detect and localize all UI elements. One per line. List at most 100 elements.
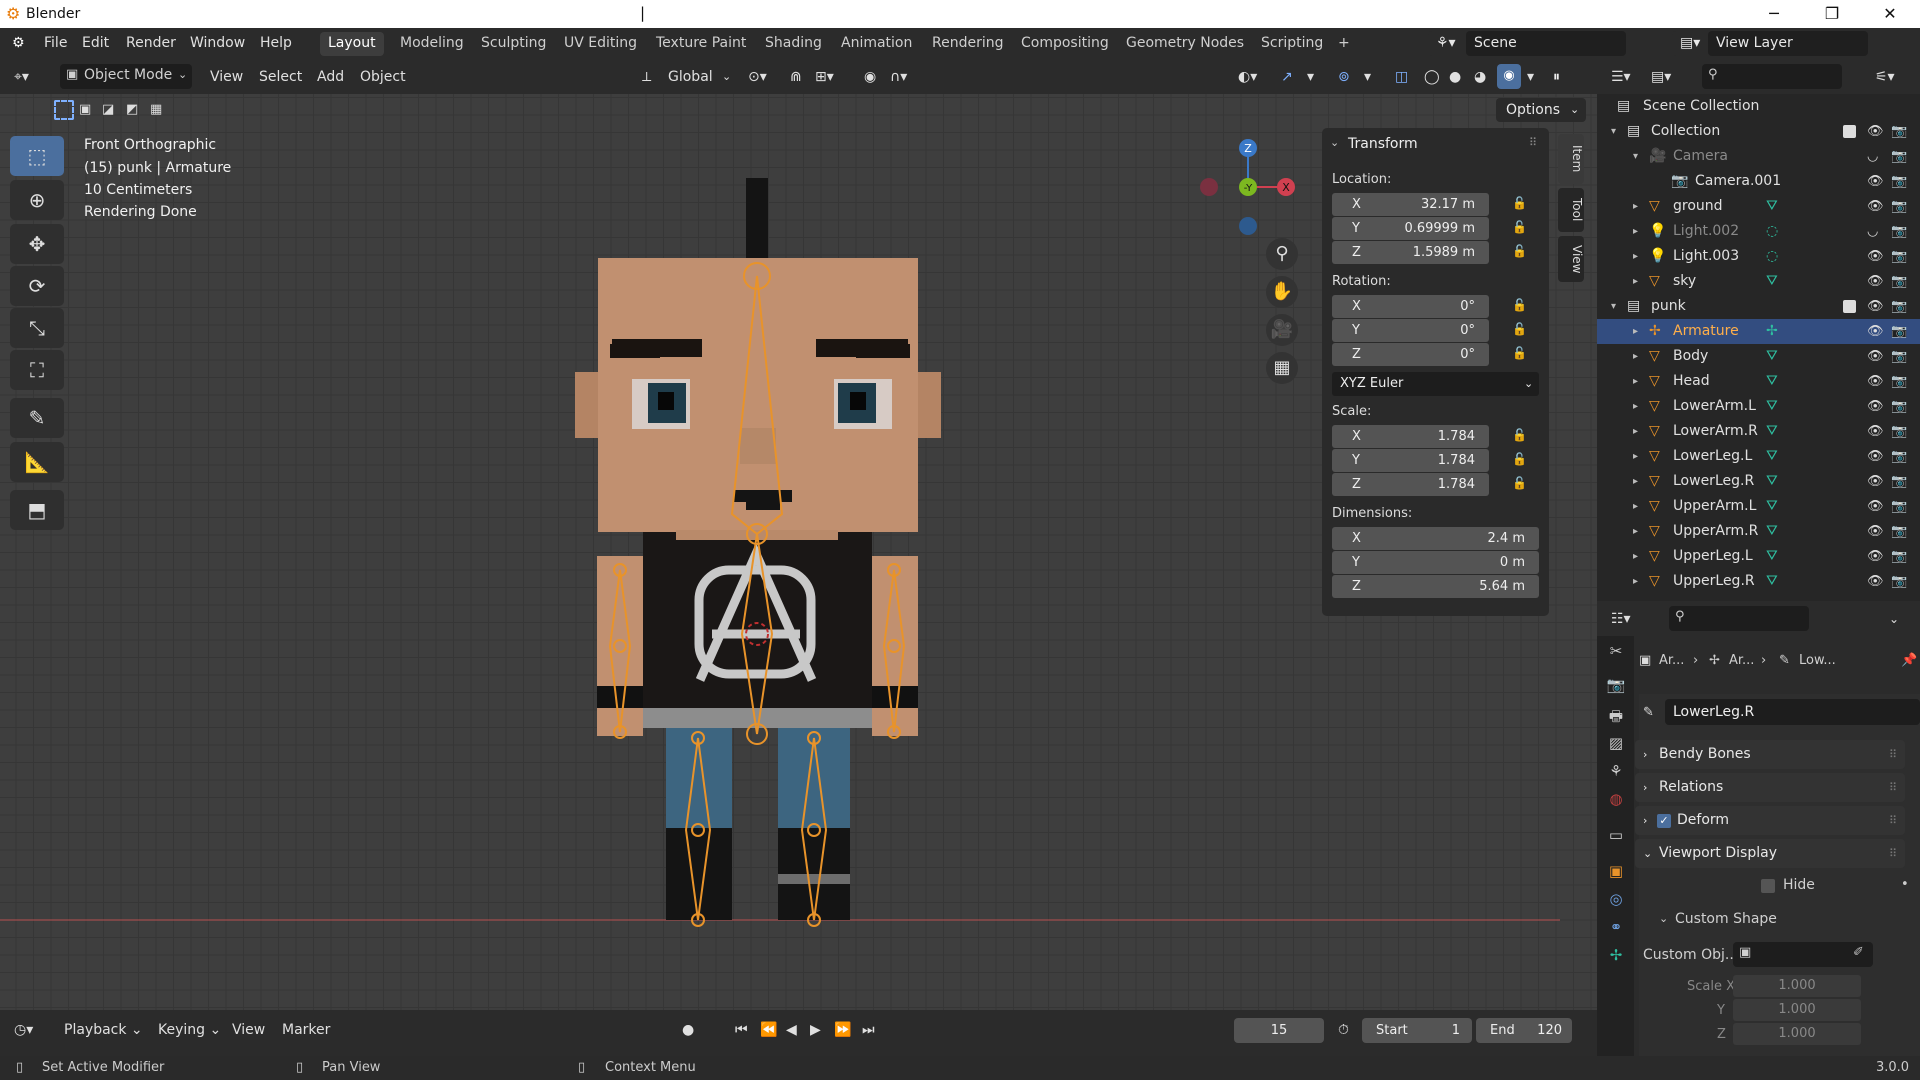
render-camera-icon[interactable]: 📷 bbox=[1891, 469, 1907, 494]
collapse-arrow-icon[interactable]: ▸ bbox=[1633, 519, 1638, 544]
eye-icon[interactable]: 👁 bbox=[1867, 169, 1884, 194]
maximize-button[interactable]: ❐ bbox=[1803, 0, 1861, 28]
scene-name-field[interactable]: Scene bbox=[1466, 31, 1626, 56]
eye-icon[interactable]: 👁 bbox=[1867, 269, 1884, 294]
outliner-row-camera[interactable]: ▾ 🎥 Camera ◡ 📷 bbox=[1597, 144, 1920, 169]
snap-icon[interactable]: ⋒ bbox=[790, 65, 802, 89]
collection-tab-icon[interactable]: ▭ bbox=[1605, 826, 1627, 848]
eye-icon[interactable]: 👁 bbox=[1867, 369, 1884, 394]
physics-tab-icon[interactable]: ◎ bbox=[1605, 890, 1627, 912]
camera-view-icon[interactable]: 🎥 bbox=[1266, 314, 1298, 346]
current-frame-field[interactable]: 15 bbox=[1234, 1018, 1324, 1043]
eye-closed-icon[interactable]: ◡ bbox=[1867, 219, 1878, 244]
xray-toggle-icon[interactable]: ◫ bbox=[1395, 65, 1408, 89]
eye-icon[interactable]: 👁 bbox=[1867, 394, 1884, 419]
jump-start-icon[interactable]: ⏮ bbox=[735, 1018, 748, 1042]
eyedropper-icon[interactable]: ✐ bbox=[1853, 945, 1864, 960]
tab-shading[interactable]: Shading bbox=[757, 32, 830, 56]
material-shading-icon[interactable]: ◕ bbox=[1474, 65, 1486, 89]
render-tab-icon[interactable]: 📷 bbox=[1605, 676, 1627, 698]
keyframe-dot-icon[interactable]: • bbox=[1901, 877, 1909, 892]
mesh-data-icon[interactable]: ⛛ bbox=[1766, 419, 1778, 444]
mesh-data-icon[interactable]: ⛛ bbox=[1766, 344, 1778, 369]
render-camera-icon[interactable]: 📷 bbox=[1891, 394, 1907, 419]
timeline-view-menu[interactable]: View bbox=[232, 1018, 265, 1042]
tab-texture-paint[interactable]: Texture Paint bbox=[648, 32, 754, 56]
properties-editor-type-icon[interactable]: ☷▾ bbox=[1611, 607, 1631, 631]
custom-scale-x-field[interactable]: 1.000 bbox=[1733, 975, 1861, 997]
armature-data-icon[interactable]: ✢ bbox=[1766, 319, 1778, 344]
collapse-arrow-icon[interactable]: ▸ bbox=[1633, 469, 1638, 494]
render-camera-icon[interactable]: 📷 bbox=[1891, 369, 1907, 394]
mesh-data-icon[interactable]: ⛛ bbox=[1766, 269, 1778, 294]
outliner-row-upperleg-l[interactable]: ▸ ▽ UpperLeg.L ⛛ 👁 📷 bbox=[1597, 544, 1920, 569]
expand-arrow-icon[interactable]: ▾ bbox=[1611, 119, 1616, 144]
tab-modeling[interactable]: Modeling bbox=[392, 32, 472, 56]
jump-end-icon[interactable]: ⏭ bbox=[862, 1018, 875, 1042]
collapse-arrow-icon[interactable]: ▸ bbox=[1633, 319, 1638, 344]
pin-icon[interactable]: 📌 bbox=[1901, 653, 1917, 668]
stopwatch-icon[interactable]: ⏱ bbox=[1338, 1018, 1349, 1042]
render-camera-icon[interactable]: 📷 bbox=[1891, 494, 1907, 519]
collapse-arrow-icon[interactable]: ▸ bbox=[1633, 544, 1638, 569]
tab-view[interactable]: View bbox=[1558, 236, 1584, 282]
outliner-row-lowerarm-r[interactable]: ▸ ▽ LowerArm.R ⛛ 👁 📷 bbox=[1597, 419, 1920, 444]
exclude-checkbox[interactable] bbox=[1843, 300, 1856, 313]
location-x-field[interactable]: X 32.17 m bbox=[1332, 193, 1489, 216]
rotation-mode-dropdown[interactable]: XYZ Euler ⌄ bbox=[1332, 372, 1539, 396]
render-camera-icon[interactable]: 📷 bbox=[1891, 194, 1907, 219]
drag-grip-icon[interactable]: ⠿ bbox=[1529, 136, 1537, 149]
tab-compositing[interactable]: Compositing bbox=[1013, 32, 1117, 56]
scale-z-field[interactable]: Z 1.784 bbox=[1332, 473, 1489, 496]
scene-collection-row[interactable]: ▤ Scene Collection bbox=[1597, 94, 1920, 119]
outliner-row-upperarm-l[interactable]: ▸ ▽ UpperArm.L ⛛ 👁 📷 bbox=[1597, 494, 1920, 519]
tab-sculpting[interactable]: Sculpting bbox=[473, 32, 554, 56]
overlays-toggle-icon[interactable]: ⊚ bbox=[1338, 65, 1350, 89]
collapse-arrow-icon[interactable]: ▸ bbox=[1633, 244, 1638, 269]
outliner-row-light-003[interactable]: ▸ 💡 Light.003 ◌ 👁 📷 bbox=[1597, 244, 1920, 269]
collapse-arrow-icon[interactable]: ▸ bbox=[1633, 494, 1638, 519]
chevron-down-icon[interactable]: ⌄ bbox=[1659, 912, 1668, 925]
outliner-row-light-002[interactable]: ▸ 💡 Light.002 ◌ ◡ 📷 bbox=[1597, 219, 1920, 244]
object-tab-icon[interactable]: ▣ bbox=[1605, 862, 1627, 884]
add-menu[interactable]: Add bbox=[317, 65, 344, 89]
custom-scale-y-field[interactable]: 1.000 bbox=[1733, 999, 1861, 1021]
tab-layout[interactable]: Layout bbox=[320, 32, 384, 56]
proportional-edit-icon[interactable]: ◉ bbox=[864, 65, 876, 89]
render-camera-icon[interactable]: 📷 bbox=[1891, 519, 1907, 544]
collapse-arrow-icon[interactable]: ▸ bbox=[1633, 394, 1638, 419]
outliner-row-lowerarm-l[interactable]: ▸ ▽ LowerArm.L ⛛ 👁 📷 bbox=[1597, 394, 1920, 419]
mesh-data-icon[interactable]: ⛛ bbox=[1766, 469, 1778, 494]
rotation-x-field[interactable]: X 0° bbox=[1332, 295, 1489, 318]
tab-scripting[interactable]: Scripting bbox=[1253, 32, 1331, 56]
render-camera-icon[interactable]: 📷 bbox=[1891, 569, 1907, 594]
keying-menu[interactable]: Keying ⌄ bbox=[158, 1018, 221, 1042]
3d-viewport[interactable]: ▣ ◪ ◩ ▦ Options ⌄ Front Orthographic (15… bbox=[0, 94, 1597, 1010]
wireframe-shading-icon[interactable]: ◯ bbox=[1424, 65, 1440, 89]
scene-tab-icon[interactable]: ⚘ bbox=[1605, 762, 1627, 784]
hide-checkbox[interactable] bbox=[1761, 879, 1775, 893]
rotation-y-field[interactable]: Y 0° bbox=[1332, 319, 1489, 342]
light-data-icon[interactable]: ◌ bbox=[1766, 244, 1778, 269]
collapse-arrow-icon[interactable]: ▸ bbox=[1633, 194, 1638, 219]
collapse-arrow-icon[interactable]: ▸ bbox=[1633, 419, 1638, 444]
menu-window[interactable]: Window bbox=[190, 35, 245, 51]
marker-menu[interactable]: Marker bbox=[282, 1018, 330, 1042]
rendered-shading-icon[interactable]: ◉ bbox=[1497, 64, 1521, 89]
render-camera-icon[interactable]: 📷 bbox=[1891, 219, 1907, 244]
collapse-arrow-icon[interactable]: ▸ bbox=[1633, 219, 1638, 244]
mesh-data-icon[interactable]: ⛛ bbox=[1766, 194, 1778, 219]
record-icon[interactable]: ● bbox=[682, 1018, 694, 1042]
location-z-field[interactable]: Z 1.5989 m bbox=[1332, 241, 1489, 264]
outliner-search-input[interactable]: ⚲ bbox=[1702, 64, 1842, 89]
close-button[interactable]: ✕ bbox=[1861, 0, 1919, 28]
outliner-row-camera-001[interactable]: 📷 Camera.001 👁 📷 bbox=[1597, 169, 1920, 194]
eye-icon[interactable]: 👁 bbox=[1867, 244, 1884, 269]
play-reverse-icon[interactable]: ◀ bbox=[786, 1018, 797, 1042]
expand-arrow-icon[interactable]: ▾ bbox=[1633, 144, 1638, 169]
bone-tab-icon[interactable]: ✢ bbox=[1605, 946, 1627, 968]
editor-type-icon[interactable]: ⌖▾ bbox=[14, 65, 29, 89]
deform-checkbox[interactable]: ✓ bbox=[1657, 814, 1671, 828]
select-menu[interactable]: Select bbox=[259, 65, 302, 89]
menu-render[interactable]: Render bbox=[126, 35, 176, 51]
